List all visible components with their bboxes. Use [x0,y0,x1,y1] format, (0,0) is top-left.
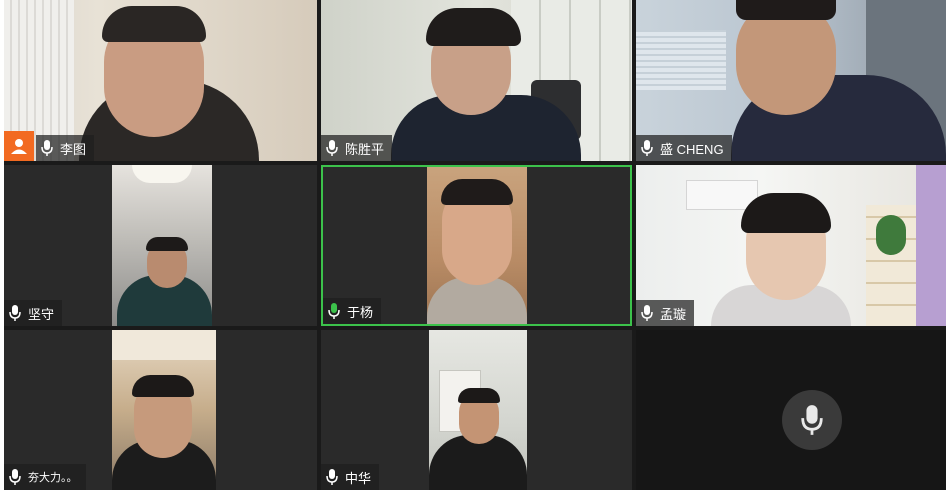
participant-label: 盛 CHENG [636,135,732,161]
participant-label: 坚守 [4,300,63,326]
participant-tile-5[interactable]: 于杨 [321,165,632,326]
microphone-icon [641,305,653,321]
participant-label: 李图 [36,135,95,161]
microphone-icon [326,140,338,156]
self-view-tile[interactable] [636,330,946,490]
participant-video [427,167,527,324]
participant-tile-1[interactable]: 李图 [4,0,317,161]
participant-name: 中华 [345,470,372,486]
participant-name: 于杨 [347,304,374,320]
participant-label: 中华 [321,464,380,490]
participant-name: 盛 CHENG [660,141,724,157]
microphone-icon [9,469,21,485]
participant-tile-2[interactable]: 陈胜平 [321,0,632,161]
video-grid: 李图 陈胜平 盛 CHENG 坚守 于杨 孟璇 夯大力。。 中华 [4,0,946,490]
microphone-icon [9,305,21,321]
mute-toggle-button[interactable] [782,390,842,450]
user-icon [11,139,27,154]
participant-video [112,165,212,326]
microphone-icon [328,303,340,319]
participant-label: 夯大力。。 [4,464,86,490]
avatar-badge [4,131,34,161]
participant-name: 孟璇 [660,306,687,322]
participant-video [429,330,527,490]
participant-name: 陈胜平 [345,141,385,157]
participant-name: 李图 [60,141,87,157]
microphone-icon [641,140,653,156]
participant-tile-8[interactable]: 中华 [321,330,632,490]
participant-name: 坚守 [28,306,55,322]
participant-tile-3[interactable]: 盛 CHENG [636,0,946,161]
participant-video [112,330,216,490]
participant-tile-4[interactable]: 坚守 [4,165,317,326]
participant-tile-7[interactable]: 夯大力。。 [4,330,317,490]
microphone-icon [41,140,53,156]
microphone-icon [801,405,823,435]
participant-tile-6[interactable]: 孟璇 [636,165,946,326]
participant-label: 于杨 [323,298,382,324]
participant-label: 孟璇 [636,300,695,326]
participant-label: 陈胜平 [321,135,393,161]
participant-name: 夯大力。。 [28,472,78,484]
microphone-icon [326,469,338,485]
